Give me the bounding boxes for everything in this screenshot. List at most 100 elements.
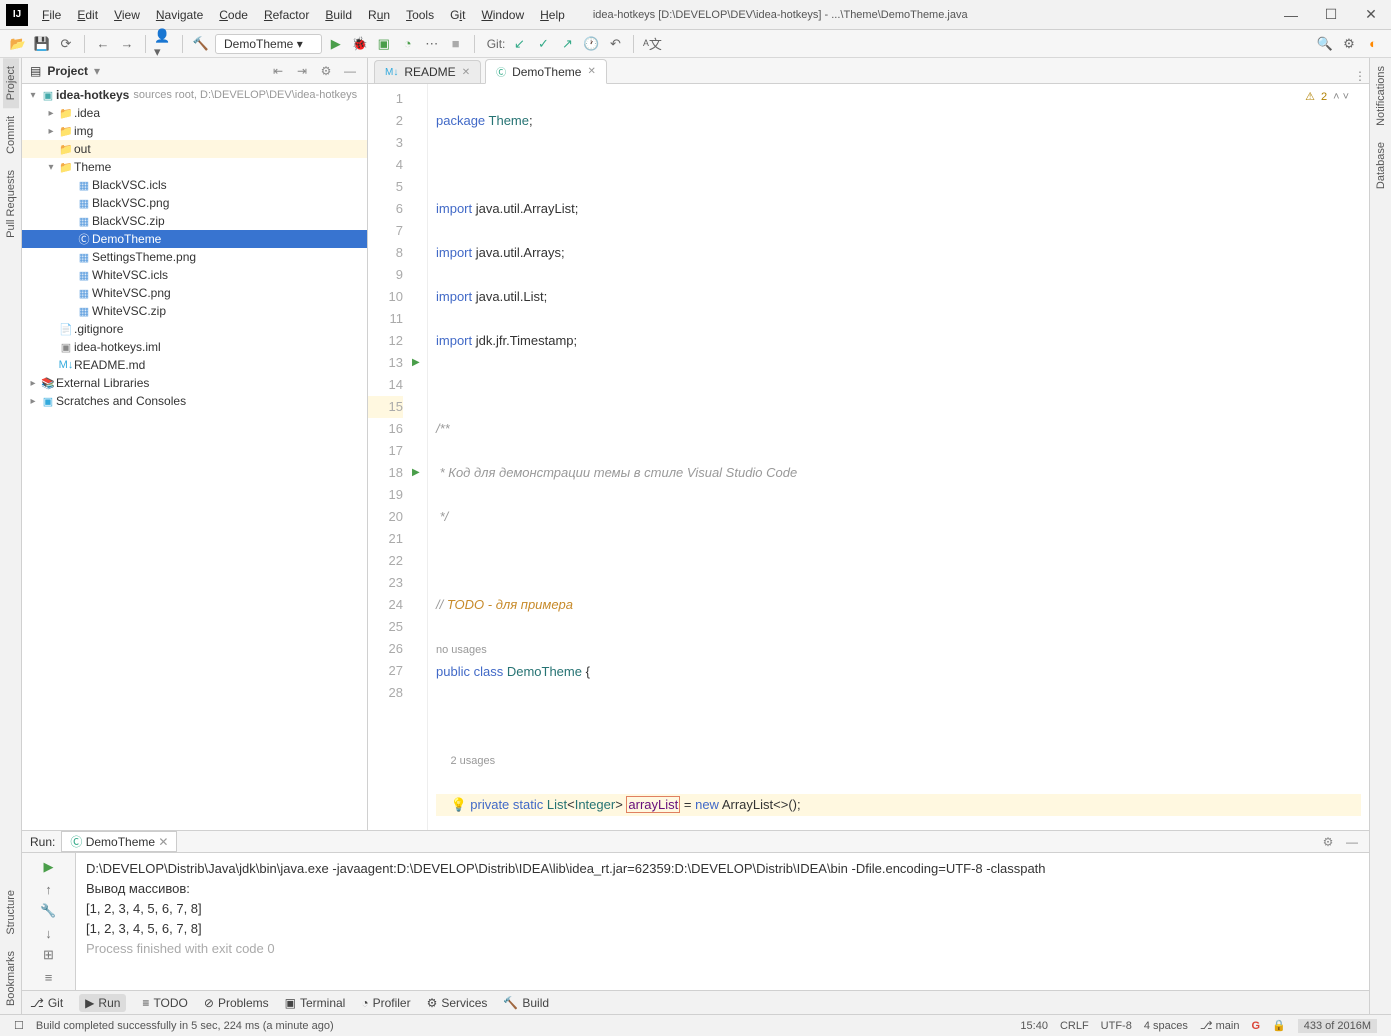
tree-gitignore[interactable]: 📄.gitignore <box>22 320 367 338</box>
run-icon[interactable]: ▶ <box>326 34 346 54</box>
tab-readme[interactable]: M↓README✕ <box>374 60 481 83</box>
run-gutter-icon[interactable]: ▶ <box>412 462 420 484</box>
push-icon[interactable]: ↗ <box>557 34 577 54</box>
menu-tools[interactable]: Tools <box>398 4 442 26</box>
tree-f8[interactable]: ▦WhiteVSC.zip <box>22 302 367 320</box>
menu-help[interactable]: Help <box>532 4 573 26</box>
history-icon[interactable]: 🕐 <box>581 34 601 54</box>
tree-img[interactable]: ▸📁img <box>22 122 367 140</box>
bottomtab-profiler[interactable]: ◔ Profiler <box>361 996 410 1010</box>
tree-idea[interactable]: ▸📁.idea <box>22 104 367 122</box>
hammer-icon[interactable]: 🔨 <box>191 34 211 54</box>
coverage-icon[interactable]: ▣ <box>374 34 394 54</box>
tool-commit[interactable]: Commit <box>3 108 19 162</box>
status-lock-icon[interactable]: 🔒 <box>1272 1019 1286 1032</box>
minimize-button[interactable]: — <box>1271 1 1311 29</box>
filter-icon[interactable]: ≡ <box>39 967 59 987</box>
wrench-icon[interactable]: 🔧 <box>39 901 59 921</box>
tree-f7[interactable]: ▦WhiteVSC.png <box>22 284 367 302</box>
tool-bookmarks[interactable]: Bookmarks <box>3 943 19 1014</box>
menu-build[interactable]: Build <box>317 4 360 26</box>
tabs-more-icon[interactable]: ⋮ <box>1351 69 1369 83</box>
tool-database[interactable]: Database <box>1373 134 1389 197</box>
update-icon[interactable]: ↙ <box>509 34 529 54</box>
run-config-select[interactable]: DemoTheme ▾ <box>215 34 322 54</box>
maximize-button[interactable]: ☐ <box>1311 1 1351 29</box>
code-editor[interactable]: 123456789101112 13▶ 14 15 1617 18▶ 19202… <box>368 84 1369 830</box>
tool-notifications[interactable]: Notifications <box>1373 58 1389 134</box>
stop-icon[interactable]: ■ <box>446 34 466 54</box>
tree-readme[interactable]: M↓README.md <box>22 356 367 374</box>
debug-icon[interactable]: 🐞 <box>350 34 370 54</box>
menu-view[interactable]: View <box>106 4 148 26</box>
inspections-badge[interactable]: ⚠ 2 ˄ ˅ <box>1305 90 1349 103</box>
user-icon[interactable]: 👤▾ <box>154 34 174 54</box>
menu-git[interactable]: Git <box>442 4 473 26</box>
save-icon[interactable]: 💾 <box>32 34 52 54</box>
commit-icon[interactable]: ✓ <box>533 34 553 54</box>
jb-icon[interactable]: ◐ <box>1363 34 1383 54</box>
gear-icon[interactable]: ⚙ <box>1339 34 1359 54</box>
tree-root[interactable]: ▾▣ idea-hotkeyssources root, D:\DEVELOP\… <box>22 86 367 104</box>
layout-icon[interactable]: ⊞ <box>39 945 59 965</box>
bottomtab-problems[interactable]: ⊘ Problems <box>204 996 269 1010</box>
status-eol[interactable]: CRLF <box>1060 1020 1089 1032</box>
close-icon[interactable]: ✕ <box>587 66 595 77</box>
tree-f3[interactable]: ▦BlackVSC.zip <box>22 212 367 230</box>
tree-f6[interactable]: ▦WhiteVSC.icls <box>22 266 367 284</box>
menu-run[interactable]: Run <box>360 4 398 26</box>
sync-icon[interactable]: ⟳ <box>56 34 76 54</box>
revert-icon[interactable]: ↶ <box>605 34 625 54</box>
tree-f2[interactable]: ▦BlackVSC.png <box>22 194 367 212</box>
run-tab[interactable]: Ⓒ DemoTheme ✕ <box>61 831 177 852</box>
bottomtab-build[interactable]: 🔨 Build <box>503 996 549 1010</box>
tab-demotheme[interactable]: ⒸDemoTheme✕ <box>485 59 607 84</box>
tree-theme[interactable]: ▾📁Theme <box>22 158 367 176</box>
status-indent[interactable]: 4 spaces <box>1144 1020 1188 1032</box>
menu-file[interactable]: File <box>34 4 69 26</box>
project-tree[interactable]: ▾▣ idea-hotkeyssources root, D:\DEVELOP\… <box>22 84 367 830</box>
status-pos[interactable]: 15:40 <box>1020 1020 1048 1032</box>
tool-project[interactable]: Project <box>3 58 19 108</box>
tree-iml[interactable]: ▣idea-hotkeys.iml <box>22 338 367 356</box>
back-icon[interactable]: ← <box>93 34 113 54</box>
menu-edit[interactable]: Edit <box>69 4 106 26</box>
pane-gear-icon[interactable]: ⚙ <box>317 64 335 78</box>
status-encoding[interactable]: UTF-8 <box>1101 1020 1132 1032</box>
tree-out[interactable]: 📁out <box>22 140 367 158</box>
rerun-icon[interactable]: ▶ <box>39 857 59 877</box>
hide-icon[interactable]: — <box>341 64 359 78</box>
menu-refactor[interactable]: Refactor <box>256 4 317 26</box>
bottomtab-todo[interactable]: ≡ TODO <box>142 996 187 1010</box>
collapse-icon[interactable]: ⇤ <box>269 64 287 78</box>
bottomtab-run[interactable]: ▶ Run <box>79 994 126 1012</box>
close-icon[interactable]: ✕ <box>462 67 470 78</box>
search-icon[interactable]: 🔍 <box>1315 34 1335 54</box>
close-button[interactable]: ✕ <box>1351 1 1391 29</box>
status-memory[interactable]: 433 of 2016M <box>1298 1019 1377 1033</box>
up-icon[interactable]: ↑ <box>39 879 59 899</box>
tree-scratches[interactable]: ▸▣Scratches and Consoles <box>22 392 367 410</box>
menu-code[interactable]: Code <box>211 4 256 26</box>
status-branch[interactable]: ⎇ main <box>1200 1019 1240 1032</box>
expand-icon[interactable]: ⇥ <box>293 64 311 78</box>
open-icon[interactable]: 📂 <box>8 34 28 54</box>
tree-extlib[interactable]: ▸📚External Libraries <box>22 374 367 392</box>
bottomtab-terminal[interactable]: ▣ Terminal <box>285 996 346 1010</box>
tree-f1[interactable]: ▦BlackVSC.icls <box>22 176 367 194</box>
profile-icon[interactable]: ◔ <box>398 34 418 54</box>
bottomtab-services[interactable]: ⚙ Services <box>427 996 488 1010</box>
code-area[interactable]: package Theme; import java.util.ArrayLis… <box>428 84 1369 830</box>
forward-icon[interactable]: → <box>117 34 137 54</box>
attach-icon[interactable]: ⋯ <box>422 34 442 54</box>
tool-structure[interactable]: Structure <box>3 882 19 943</box>
tree-f5[interactable]: ▦SettingsTheme.png <box>22 248 367 266</box>
tool-pullrequests[interactable]: Pull Requests <box>3 162 19 246</box>
tree-demotheme[interactable]: ⒸDemoTheme <box>22 230 367 248</box>
down-icon[interactable]: ↓ <box>39 923 59 943</box>
translate-icon[interactable]: ᴬ文 <box>642 34 662 54</box>
run-hide-icon[interactable]: — <box>1343 835 1361 849</box>
status-g-icon[interactable]: G <box>1251 1020 1260 1032</box>
run-gutter-icon[interactable]: ▶ <box>412 352 420 374</box>
menu-window[interactable]: Window <box>473 4 532 26</box>
